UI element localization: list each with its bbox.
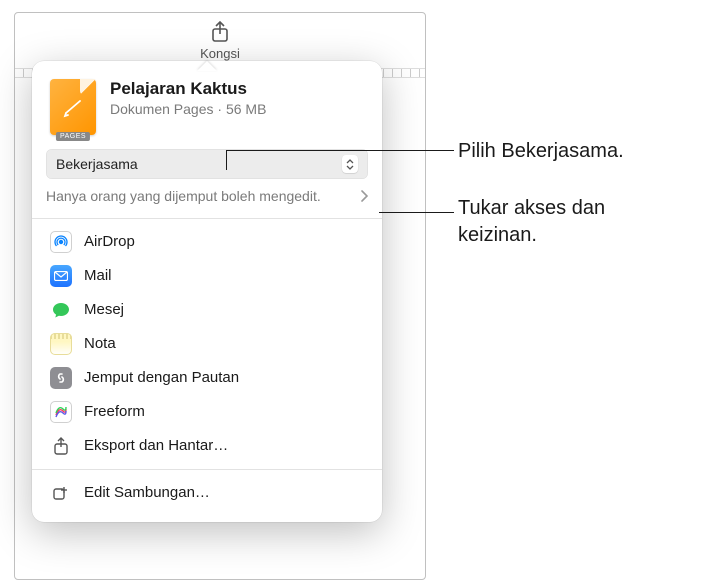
callout-leader-line xyxy=(379,212,454,213)
document-icon: PAGES xyxy=(50,79,96,135)
updown-arrows-icon xyxy=(342,155,358,173)
collaboration-mode-select[interactable]: Bekerjasama xyxy=(46,149,368,179)
messages-icon xyxy=(50,299,72,321)
share-item-label: Jemput dengan Pautan xyxy=(84,369,239,386)
share-icon[interactable] xyxy=(210,20,230,44)
callout-leader-line xyxy=(226,150,454,151)
document-title: Pelajaran Kaktus xyxy=(110,79,364,99)
document-badge: PAGES xyxy=(56,132,90,141)
share-item-notes[interactable]: Nota xyxy=(32,327,382,361)
share-item-mail[interactable]: Mail xyxy=(32,259,382,293)
callout-access: Tukar akses dan keizinan. xyxy=(458,195,678,249)
freeform-icon xyxy=(50,401,72,423)
share-item-label: Freeform xyxy=(84,403,145,420)
share-item-messages[interactable]: Mesej xyxy=(32,293,382,327)
share-item-export[interactable]: Eksport dan Hantar… xyxy=(32,429,382,463)
notes-icon xyxy=(50,333,72,355)
share-item-label: Nota xyxy=(84,335,116,352)
extensions-icon xyxy=(50,482,72,504)
document-subtitle: Dokumen Pages · 56 MB xyxy=(110,101,364,117)
link-icon xyxy=(50,367,72,389)
share-item-airdrop[interactable]: AirDrop xyxy=(32,225,382,259)
access-permissions-row[interactable]: Hanya orang yang dijemput boleh mengedit… xyxy=(46,187,368,206)
mail-icon xyxy=(50,265,72,287)
share-item-label: Eksport dan Hantar… xyxy=(84,437,228,454)
share-item-label: Mail xyxy=(84,267,112,284)
edit-extensions-item[interactable]: Edit Sambungan… xyxy=(32,476,382,510)
access-description: Hanya orang yang dijemput boleh mengedit… xyxy=(46,187,350,206)
share-item-freeform[interactable]: Freeform xyxy=(32,395,382,429)
share-popover: PAGES Pelajaran Kaktus Dokumen Pages · 5… xyxy=(32,61,382,522)
share-destinations-list: AirDrop Mail Mesej Nota xyxy=(32,219,382,469)
callout-leader-line xyxy=(226,150,227,170)
airdrop-icon xyxy=(50,231,72,253)
callout-collaborate: Pilih Bekerjasama. xyxy=(458,138,624,165)
edit-extensions-label: Edit Sambungan… xyxy=(84,484,210,501)
share-item-link[interactable]: Jemput dengan Pautan xyxy=(32,361,382,395)
collaboration-mode-label: Bekerjasama xyxy=(56,156,138,172)
export-icon xyxy=(50,435,72,457)
share-item-label: Mesej xyxy=(84,301,124,318)
toolbar: Kongsi xyxy=(15,13,425,68)
share-item-label: AirDrop xyxy=(84,233,135,250)
document-header: PAGES Pelajaran Kaktus Dokumen Pages · 5… xyxy=(32,61,382,149)
chevron-right-icon xyxy=(360,190,368,202)
